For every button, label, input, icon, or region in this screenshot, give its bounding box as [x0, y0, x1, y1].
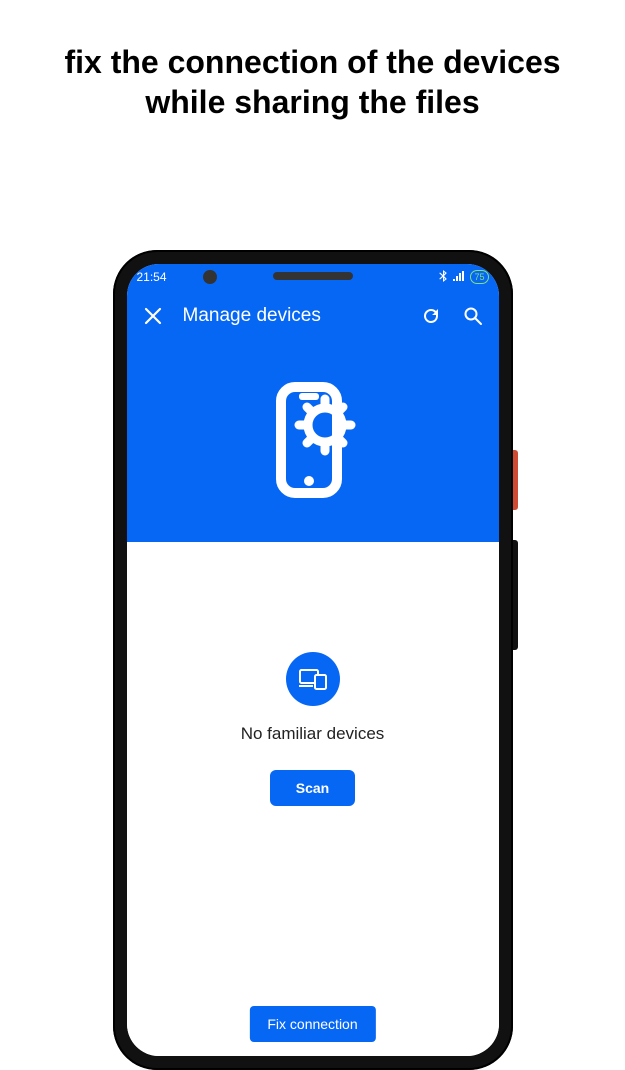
- status-time: 21:54: [137, 270, 167, 284]
- search-icon[interactable]: [461, 304, 485, 328]
- refresh-icon[interactable]: [419, 304, 443, 328]
- volume-button: [513, 540, 518, 650]
- phone-mockup: 21:54 75 Manage devices: [113, 250, 513, 1070]
- devices-icon: [286, 652, 340, 706]
- scan-button[interactable]: Scan: [270, 770, 355, 806]
- hero-banner: [127, 342, 499, 542]
- power-button: [513, 450, 518, 510]
- earpiece-speaker: [273, 272, 353, 280]
- phone-frame: 21:54 75 Manage devices: [113, 250, 513, 1070]
- app-bar: Manage devices: [127, 290, 499, 342]
- fix-connection-button[interactable]: Fix connection: [249, 1006, 375, 1042]
- empty-state-text: No familiar devices: [241, 724, 385, 744]
- signal-icon: [453, 270, 465, 284]
- phone-gear-icon: [253, 375, 373, 510]
- bluetooth-icon: [438, 270, 448, 285]
- phone-screen: 21:54 75 Manage devices: [127, 264, 499, 1056]
- close-icon[interactable]: [141, 304, 165, 328]
- front-camera: [203, 270, 217, 284]
- promo-headline: fix the connection of the devices while …: [0, 0, 625, 122]
- battery-indicator: 75: [470, 270, 488, 284]
- page-title: Manage devices: [183, 305, 401, 327]
- content-area: No familiar devices Scan Fix connection: [127, 542, 499, 1056]
